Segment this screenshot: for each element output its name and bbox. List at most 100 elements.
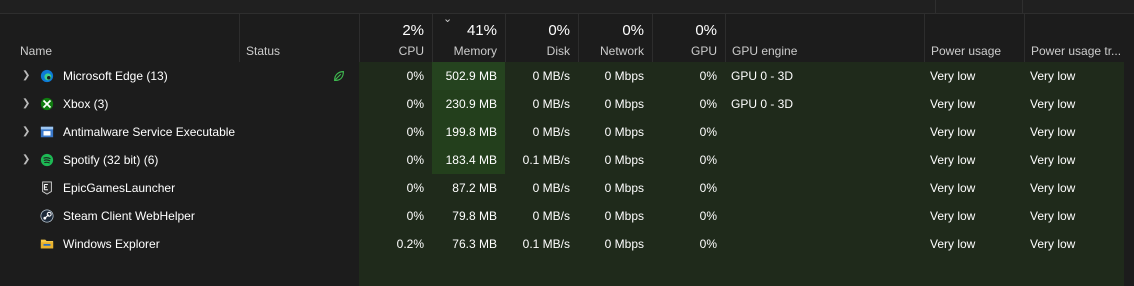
power-usage-value: Very low xyxy=(930,125,976,139)
gpu-value: 0% xyxy=(699,125,717,139)
process-row[interactable]: Windows Explorer 0.2% 76.3 MB 0.1 MB/s 0… xyxy=(0,230,1134,258)
process-name: EpicGamesLauncher xyxy=(63,181,176,195)
gpu-engine-value: GPU 0 - 3D xyxy=(731,69,794,83)
memory-value: 76.3 MB xyxy=(452,237,497,251)
process-row[interactable]: ❯ Xbox (3) 0% 230.9 MB 0 MB/s 0 Mbps 0% … xyxy=(0,90,1134,118)
power-usage-value: Very low xyxy=(930,209,976,223)
xbox-icon xyxy=(40,97,54,111)
disk-value: 0 MB/s xyxy=(532,125,570,139)
network-value: 0 Mbps xyxy=(604,209,644,223)
col-header-status[interactable]: Status xyxy=(239,14,359,62)
col-header-name-label: Name xyxy=(20,44,53,58)
col-header-gpu-label: GPU xyxy=(690,44,717,58)
folder-icon xyxy=(40,239,54,249)
gpu-engine-value xyxy=(725,230,924,258)
col-header-cpu-label: CPU xyxy=(398,44,424,58)
edge-icon xyxy=(40,69,54,83)
expand-chevron-icon[interactable]: ❯ xyxy=(22,90,32,118)
power-usage-value: Very low xyxy=(930,181,976,195)
top-bar xyxy=(0,0,1134,14)
disk-value: 0.1 MB/s xyxy=(522,237,570,251)
gpu-value: 0% xyxy=(699,181,717,195)
col-header-disk-label: Disk xyxy=(546,44,570,58)
col-header-gpu[interactable]: 0% GPU xyxy=(652,14,725,62)
col-header-power-trend[interactable]: Power usage tr... xyxy=(1024,14,1122,62)
col-header-power-trend-label: Power usage tr... xyxy=(1031,44,1122,58)
col-header-network-label: Network xyxy=(599,44,644,58)
cpu-value: 0.2% xyxy=(396,237,424,251)
power-usage-value: Very low xyxy=(930,237,976,251)
expand-chevron-icon[interactable]: ❯ xyxy=(22,118,32,146)
power-trend-value: Very low xyxy=(1030,237,1076,251)
col-header-power-usage[interactable]: Power usage xyxy=(924,14,1024,62)
antimalware-icon xyxy=(40,126,54,138)
memory-value: 79.8 MB xyxy=(452,209,497,223)
col-header-network[interactable]: 0% Network xyxy=(578,14,652,62)
cpu-value: 0% xyxy=(406,181,424,195)
row-heat-background xyxy=(359,258,1124,286)
disk-value: 0 MB/s xyxy=(532,69,570,83)
epic-games-icon xyxy=(42,181,52,195)
expand-chevron-icon[interactable]: ❯ xyxy=(22,62,32,90)
process-row[interactable]: ❯ Antimalware Service Executable 0% 199.… xyxy=(0,118,1134,146)
process-row[interactable]: Steam Client WebHelper 0% 79.8 MB 0 MB/s… xyxy=(0,202,1134,230)
power-usage-value: Very low xyxy=(930,153,976,167)
process-name: Microsoft Edge (13) xyxy=(63,69,168,83)
gpu-value: 0% xyxy=(699,237,717,251)
power-trend-value: Very low xyxy=(1030,153,1076,167)
network-value: 0 Mbps xyxy=(604,181,644,195)
network-value: 0 Mbps xyxy=(604,153,644,167)
process-name: Spotify (32 bit) (6) xyxy=(63,153,159,167)
process-name: Windows Explorer xyxy=(63,237,160,251)
col-header-name[interactable]: Name xyxy=(0,14,240,62)
top-bar-divider xyxy=(1022,0,1023,13)
power-trend-value: Very low xyxy=(1030,69,1076,83)
power-usage-value: Very low xyxy=(930,97,976,111)
memory-value: 183.4 MB xyxy=(445,153,497,167)
memory-value: 502.9 MB xyxy=(445,69,497,83)
cpu-value: 0% xyxy=(406,125,424,139)
network-total-pct: 0% xyxy=(622,22,644,39)
disk-value: 0.1 MB/s xyxy=(522,153,570,167)
gpu-engine-value xyxy=(725,174,924,202)
gpu-value: 0% xyxy=(699,209,717,223)
network-value: 0 Mbps xyxy=(604,69,644,83)
col-header-memory-label: Memory xyxy=(453,44,497,58)
cpu-total-pct: 2% xyxy=(402,22,424,39)
col-header-gpu-engine[interactable]: GPU engine xyxy=(725,14,924,62)
process-row[interactable]: ❯ Microsoft Edge (13) 0% 502.9 MB 0 MB/s… xyxy=(0,62,1134,90)
cpu-value: 0% xyxy=(406,69,424,83)
power-trend-value: Very low xyxy=(1030,181,1076,195)
col-header-memory[interactable]: ⌄ 41% Memory xyxy=(432,13,505,62)
process-row[interactable]: ❯ Spotify (32 bit) (6) 0% 183.4 MB 0.1 M… xyxy=(0,146,1134,174)
col-header-power-usage-label: Power usage xyxy=(931,44,1002,58)
col-header-status-label: Status xyxy=(246,44,281,58)
disk-value: 0 MB/s xyxy=(532,181,570,195)
expand-chevron-icon[interactable]: ❯ xyxy=(22,146,32,174)
disk-total-pct: 0% xyxy=(548,22,570,39)
efficiency-leaf-icon xyxy=(334,71,344,81)
cpu-value: 0% xyxy=(406,153,424,167)
disk-value: 0 MB/s xyxy=(532,209,570,223)
power-trend-value: Very low xyxy=(1030,125,1076,139)
memory-value: 230.9 MB xyxy=(445,97,497,111)
gpu-engine-value: GPU 0 - 3D xyxy=(731,97,794,111)
cpu-value: 0% xyxy=(406,97,424,111)
network-value: 0 Mbps xyxy=(604,237,644,251)
power-trend-value: Very low xyxy=(1030,209,1076,223)
network-value: 0 Mbps xyxy=(604,97,644,111)
col-header-gpu-engine-label: GPU engine xyxy=(732,44,798,58)
process-row[interactable]: EpicGamesLauncher 0% 87.2 MB 0 MB/s 0 Mb… xyxy=(0,174,1134,202)
power-trend-value: Very low xyxy=(1030,97,1076,111)
col-header-disk[interactable]: 0% Disk xyxy=(505,14,578,62)
gpu-value: 0% xyxy=(699,69,717,83)
spotify-icon xyxy=(40,153,54,167)
gpu-value: 0% xyxy=(699,97,717,111)
network-value: 0 Mbps xyxy=(604,125,644,139)
sort-chevron-down-icon: ⌄ xyxy=(443,13,453,25)
column-header-row: Name Status 2% CPU ⌄ 41% Memory 0% Disk … xyxy=(0,13,1134,62)
steam-icon xyxy=(40,209,54,223)
process-row-partial[interactable] xyxy=(0,258,1134,286)
memory-value: 87.2 MB xyxy=(452,181,497,195)
col-header-cpu[interactable]: 2% CPU xyxy=(359,14,432,62)
